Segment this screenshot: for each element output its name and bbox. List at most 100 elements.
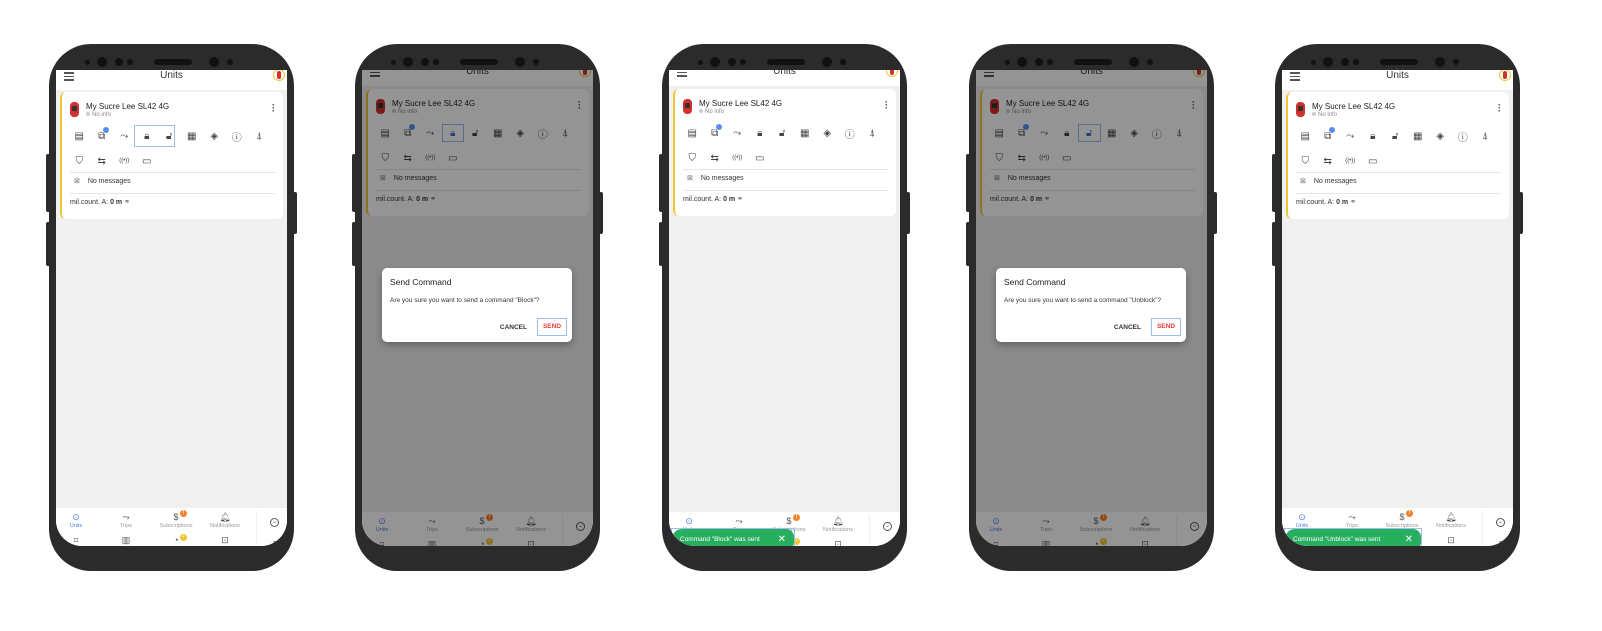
report-icon[interactable]: ▤ bbox=[1294, 127, 1317, 145]
stats-icon[interactable]: ▥ bbox=[101, 535, 151, 546]
switch-icon[interactable]: ⇆ bbox=[704, 149, 727, 167]
shield-icon[interactable]: ⛉ bbox=[68, 152, 91, 170]
send-button[interactable]: SEND bbox=[537, 318, 567, 336]
unblock-lock-icon[interactable]: 🔓︎ bbox=[158, 127, 181, 145]
more-options-icon[interactable]: · · · bbox=[885, 98, 888, 113]
camera-bar bbox=[355, 56, 600, 68]
phone-frame-1: Units My Sucre Lee SL42 4G No info · · · ▤ ⧉ ⤳ 🔒︎… bbox=[46, 44, 297, 571]
camera-dot bbox=[1129, 57, 1139, 67]
route-icon[interactable]: ◈ bbox=[203, 127, 226, 145]
expand-more-icon[interactable]: ⌄ bbox=[883, 522, 892, 531]
send-command-dialog: Send Command Are you sure you want to sen… bbox=[996, 268, 1186, 342]
calendar-settings-icon[interactable]: ▭ bbox=[749, 149, 772, 167]
nav-item-trips[interactable]: ⤳Trips bbox=[1327, 512, 1377, 529]
nav-item-notifications[interactable]: 🔔︎ Notifications bbox=[200, 512, 250, 529]
nav-item-notifications[interactable]: 🔔︎ Notifications bbox=[813, 516, 863, 533]
link-icon[interactable]: ⚭ bbox=[122, 199, 130, 206]
trips-icon[interactable]: ⤳ bbox=[1339, 127, 1362, 145]
nav-glyph: 🔔︎ bbox=[832, 516, 844, 526]
nav-item-trips[interactable]: ⤳Trips bbox=[101, 512, 151, 529]
signal-icon[interactable]: ((•)) bbox=[1339, 152, 1362, 170]
cancel-button[interactable]: CANCEL bbox=[1114, 324, 1141, 331]
info-icon[interactable]: ⓘ bbox=[839, 124, 862, 142]
info-icon[interactable]: ⓘ bbox=[1452, 127, 1475, 145]
history-icon[interactable]: ▦ bbox=[1407, 127, 1430, 145]
link-icon[interactable]: ⚭ bbox=[735, 196, 743, 203]
nav-glyph: ⤳ bbox=[1348, 512, 1356, 522]
history-icon[interactable]: ▦ bbox=[181, 127, 204, 145]
phone-frame-2: Units My Sucre Lee SL42 4G No info · · · ▤ ⧉ ⤳ 🔒︎… bbox=[352, 44, 603, 571]
widgets-icon[interactable]: ⊡ bbox=[1426, 535, 1476, 546]
unit-card[interactable]: My Sucre Lee SL42 4G No info · · · ▤ ⧉ ⤳ 🔒︎ 🔓︎ ▦ ◈ ⓘ… bbox=[60, 92, 283, 219]
route-icon[interactable]: ◈ bbox=[1429, 127, 1452, 145]
expand-more-icon[interactable]: ⌄ bbox=[1496, 518, 1505, 527]
more-options-icon[interactable]: · · · bbox=[1498, 101, 1501, 116]
unblock-lock-icon[interactable]: 🔓︎ bbox=[771, 124, 794, 142]
unit-name: My Sucre Lee SL42 4G bbox=[699, 99, 783, 108]
history-icon[interactable]: ▦ bbox=[794, 124, 817, 142]
trips-icon[interactable]: ⤳ bbox=[726, 124, 749, 142]
unblock-lock-icon[interactable]: 🔓︎ bbox=[1384, 127, 1407, 145]
alert-badge: ! bbox=[793, 514, 800, 521]
pin-icon[interactable]: ⊓ bbox=[273, 539, 279, 546]
messages-icon[interactable]: ⧉ bbox=[1317, 127, 1340, 145]
messages-row[interactable]: ⊠ No messages bbox=[687, 174, 744, 183]
time-icon[interactable]: ◔• bbox=[151, 534, 201, 545]
camera-dot bbox=[1017, 57, 1027, 67]
nav-item-subscriptions[interactable]: $!Subscriptions bbox=[1377, 510, 1427, 529]
info-icon[interactable]: ⓘ bbox=[226, 127, 249, 145]
unit-card[interactable]: My Sucre Lee SL42 4G No info · · · ▤ ⧉ ⤳ 🔒︎ 🔓︎ ▦ ◈ ⓘ… bbox=[1286, 92, 1509, 219]
messages-row[interactable]: ⊠ No messages bbox=[1300, 177, 1357, 186]
more-options-icon[interactable]: · · · bbox=[272, 101, 275, 116]
messages-row[interactable]: ⊠ No messages bbox=[74, 177, 131, 186]
trips-icon[interactable]: ⤳ bbox=[113, 127, 136, 145]
side-button bbox=[599, 192, 603, 234]
switch-icon[interactable]: ⇆ bbox=[1317, 152, 1340, 170]
unit-card[interactable]: My Sucre Lee SL42 4G No info · · · ▤ ⧉ ⤳ 🔒︎ 🔓︎ ▦ ◈ ⓘ… bbox=[673, 89, 896, 216]
widgets-icon[interactable]: ⊡ bbox=[200, 535, 250, 546]
shield-icon[interactable]: ⛉ bbox=[681, 149, 704, 167]
shield-icon[interactable]: ⛉ bbox=[1294, 152, 1317, 170]
send-button[interactable]: SEND bbox=[1151, 318, 1181, 336]
camera-dot bbox=[433, 59, 439, 65]
pin-icon[interactable]: ⊓ bbox=[1499, 539, 1505, 546]
link-icon[interactable]: ⚭ bbox=[1348, 199, 1356, 206]
navigation-icon[interactable]: ⍋ bbox=[861, 124, 884, 142]
nav-item-units[interactable]: ⊙Units bbox=[1282, 512, 1327, 529]
camera-dot bbox=[421, 58, 429, 66]
badge-dot bbox=[103, 127, 109, 133]
nav-glyph: $ bbox=[173, 512, 179, 522]
switch-icon[interactable]: ⇆ bbox=[91, 152, 114, 170]
navigation-icon[interactable]: ⍋ bbox=[1474, 127, 1497, 145]
close-icon[interactable]: ✕ bbox=[1405, 534, 1413, 545]
navigation-icon[interactable]: ⍋ bbox=[248, 127, 271, 145]
block-lock-icon[interactable]: 🔒︎ bbox=[749, 124, 772, 142]
nav-item-notifications[interactable]: 🔔︎ Notifications bbox=[1426, 512, 1476, 529]
nav-item-units[interactable]: ⊙Units bbox=[56, 512, 101, 529]
signal-icon[interactable]: ((•)) bbox=[726, 149, 749, 167]
pin-icon[interactable]: ⊓ bbox=[886, 543, 892, 546]
route-icon[interactable]: ◈ bbox=[816, 124, 839, 142]
report-icon[interactable]: ▤ bbox=[68, 127, 91, 145]
cancel-button[interactable]: CANCEL bbox=[500, 324, 527, 331]
dialog-title: Send Command bbox=[1004, 277, 1066, 287]
close-icon[interactable]: ✕ bbox=[778, 534, 786, 545]
nav-item-subscriptions[interactable]: $!Subscriptions bbox=[151, 510, 201, 529]
messages-icon[interactable]: ⧉ bbox=[91, 127, 114, 145]
calendar-settings-icon[interactable]: ▭ bbox=[136, 152, 159, 170]
camera-dot bbox=[1323, 57, 1333, 67]
side-button bbox=[352, 222, 356, 266]
widgets-icon[interactable]: ⊡ bbox=[813, 539, 863, 546]
expand-more-icon[interactable]: ⌄ bbox=[270, 518, 279, 527]
phone-screen: Units My Sucre Lee SL42 4G No info · · · ▤ ⧉ ⤳ 🔒︎… bbox=[669, 70, 900, 546]
block-lock-icon[interactable]: 🔒︎ bbox=[1362, 127, 1385, 145]
block-lock-icon[interactable]: 🔒︎ bbox=[136, 127, 159, 145]
geofence-icon[interactable]: ⌗ bbox=[56, 535, 101, 546]
messages-icon[interactable]: ⧉ bbox=[704, 124, 727, 142]
mileage-value: 0 m bbox=[723, 196, 736, 203]
no-messages-icon: ⊠ bbox=[687, 175, 693, 182]
report-icon[interactable]: ▤ bbox=[681, 124, 704, 142]
nav-glyph: ⊡ bbox=[221, 535, 229, 545]
signal-icon[interactable]: ((•)) bbox=[113, 152, 136, 170]
calendar-settings-icon[interactable]: ▭ bbox=[1362, 152, 1385, 170]
